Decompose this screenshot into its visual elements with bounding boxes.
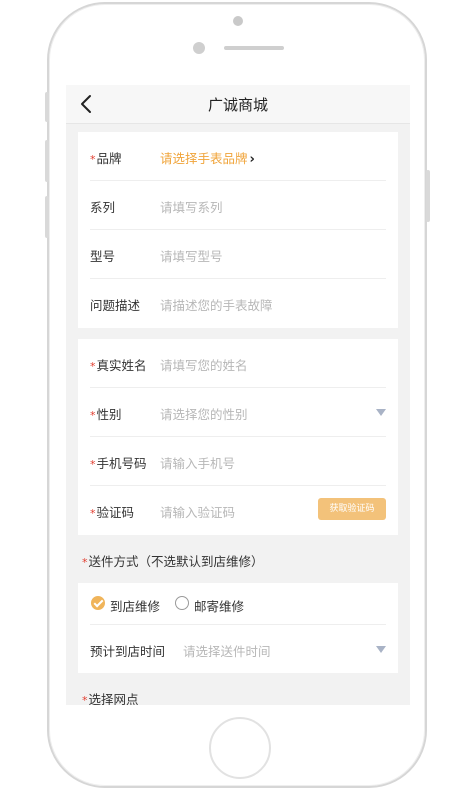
chevron-right-icon: › (249, 152, 255, 167)
gender-select[interactable]: 请选择您的性别 (160, 404, 248, 423)
series-input[interactable]: 请填写系列 (160, 197, 223, 216)
phone-label-text: 手机号码 (96, 456, 147, 471)
series-label: 系列 (90, 200, 116, 215)
nav-bar: 广诚商城 (66, 85, 410, 124)
store-section-label: *选择网点 (82, 689, 139, 705)
name-row: *真实姓名 请填写您的姓名 (78, 339, 398, 388)
watch-info-card: *品牌 请选择手表品牌 › 系列 请填写系列 型号 请填写型号 问题描述 请描述您… (78, 132, 398, 328)
radio-mail-repair[interactable] (175, 596, 189, 610)
brand-label: *品牌 (90, 148, 122, 167)
phone-volume-up (45, 140, 49, 182)
series-row: 系列 请填写系列 (78, 181, 398, 230)
name-label-text: 真实姓名 (96, 358, 147, 373)
sensor-dot (233, 16, 243, 26)
arrival-time-select[interactable]: 请选择送件时间 (183, 641, 271, 660)
brand-placeholder: 请选择手表品牌 (160, 151, 248, 166)
required-mark: * (90, 360, 96, 373)
delivery-options: 到店维修 邮寄维修 (78, 583, 398, 625)
required-mark: * (90, 507, 96, 520)
phone-row: *手机号码 请输入手机号 (78, 437, 398, 486)
delivery-card: 到店维修 邮寄维修 预计到店时间 请选择送件时间 (78, 583, 398, 673)
brand-label-text: 品牌 (96, 151, 122, 166)
delivery-section-text: 送件方式（不选默认到店维修） (88, 554, 264, 569)
phone-input[interactable]: 请输入手机号 (160, 453, 235, 472)
radio-mail-repair-label[interactable]: 邮寄维修 (194, 596, 244, 615)
page-title: 广诚商城 (207, 96, 268, 114)
gender-row[interactable]: *性别 请选择您的性别 (78, 388, 398, 437)
phone-volume-down (45, 196, 49, 238)
get-code-button[interactable]: 获取验证码 (318, 498, 386, 520)
issue-input[interactable]: 请描述您的手表故障 (160, 295, 273, 314)
home-button[interactable] (209, 717, 271, 779)
contact-card: *真实姓名 请填写您的姓名 *性别 请选择您的性别 *手机号码 请输入手机号 *… (78, 339, 398, 535)
earpiece-speaker (224, 46, 284, 50)
code-label: *验证码 (90, 502, 134, 521)
required-mark: * (90, 409, 96, 422)
phone-side-button (45, 92, 49, 122)
required-mark: * (82, 694, 88, 705)
delivery-section-label: *送件方式（不选默认到店维修） (82, 551, 264, 570)
required-mark: * (90, 458, 96, 471)
phone-power-button (426, 170, 430, 222)
issue-label: 问题描述 (90, 298, 141, 313)
arrival-time-label: 预计到店时间 (90, 644, 166, 659)
model-row: 型号 请填写型号 (78, 230, 398, 279)
code-label-text: 验证码 (96, 505, 135, 520)
model-input[interactable]: 请填写型号 (160, 246, 223, 265)
dropdown-triangle-icon[interactable] (376, 646, 386, 653)
arrival-time-row[interactable]: 预计到店时间 请选择送件时间 (78, 625, 398, 673)
name-label: *真实姓名 (90, 355, 147, 374)
app-screen: 广诚商城 *品牌 请选择手表品牌 › 系列 请填写系列 型号 请填写型号 问题描述… (66, 85, 410, 705)
radio-store-repair[interactable] (91, 596, 105, 610)
front-camera (193, 42, 205, 54)
brand-select[interactable]: 请选择手表品牌 › (160, 148, 255, 167)
required-mark: * (90, 153, 96, 166)
phone-label: *手机号码 (90, 453, 147, 472)
gender-label: *性别 (90, 404, 122, 423)
brand-row[interactable]: *品牌 请选择手表品牌 › (78, 132, 398, 181)
model-label: 型号 (90, 249, 116, 264)
dropdown-triangle-icon[interactable] (376, 409, 386, 416)
issue-row: 问题描述 请描述您的手表故障 (78, 279, 398, 328)
code-input[interactable]: 请输入验证码 (160, 502, 235, 521)
name-input[interactable]: 请填写您的姓名 (160, 355, 248, 374)
store-section-text: 选择网点 (88, 692, 139, 705)
gender-label-text: 性别 (96, 407, 122, 422)
radio-store-repair-label[interactable]: 到店维修 (110, 596, 160, 615)
code-row: *验证码 请输入验证码 获取验证码 (78, 486, 398, 535)
required-mark: * (82, 556, 88, 569)
